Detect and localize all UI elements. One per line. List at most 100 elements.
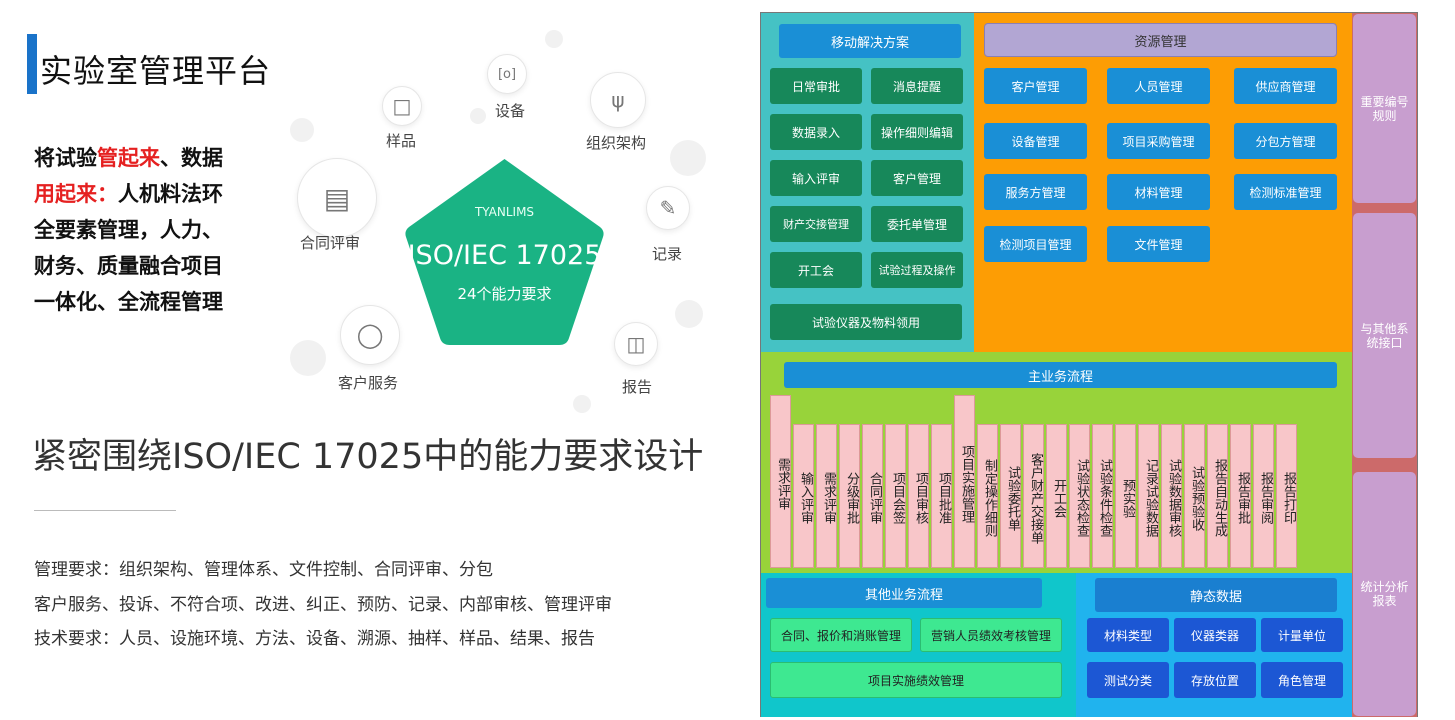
main-flow-step[interactable]: 需求评审 bbox=[770, 395, 791, 568]
main-flow-step[interactable]: 合同评审 bbox=[862, 424, 883, 568]
main-flow-step[interactable]: 报告打印 bbox=[1276, 424, 1297, 568]
resource-item[interactable]: 人员管理 bbox=[1107, 68, 1210, 104]
divider bbox=[34, 510, 176, 511]
other-flow-item[interactable]: 合同、报价和消账管理 bbox=[770, 618, 912, 652]
other-flow-header[interactable]: 其他业务流程 bbox=[766, 578, 1042, 608]
decor-dot bbox=[670, 140, 706, 176]
main-flow-step[interactable]: 试验委托单 bbox=[1000, 424, 1021, 568]
static-data-item[interactable]: 仪器类器 bbox=[1174, 618, 1256, 652]
mobile-item[interactable]: 操作细则编辑 bbox=[871, 114, 963, 150]
main-flow-step[interactable]: 报告审批 bbox=[1230, 424, 1251, 568]
main-flow-step[interactable]: 记录试验数据 bbox=[1138, 424, 1159, 568]
node-label-device: 设备 bbox=[495, 102, 526, 120]
resource-item[interactable]: 服务方管理 bbox=[984, 174, 1087, 210]
static-data-item[interactable]: 材料类型 bbox=[1087, 618, 1169, 652]
side-system-interface[interactable]: 与其他系统接口 bbox=[1353, 213, 1416, 458]
main-flow-step[interactable]: 项目批准 bbox=[931, 424, 952, 568]
mobile-item[interactable]: 数据录入 bbox=[770, 114, 862, 150]
pentagon-logo: TYANLIMS bbox=[474, 205, 535, 219]
main-flow-step[interactable]: 报告审阅 bbox=[1253, 424, 1274, 568]
org-chart-icon: ψ bbox=[590, 72, 646, 128]
pen-icon: ✎ bbox=[646, 186, 690, 230]
main-flow-step[interactable]: 分级审批 bbox=[839, 424, 860, 568]
device-icon: [o] bbox=[487, 54, 527, 94]
slogan-line-4: 财务、质量融合项目 bbox=[34, 254, 223, 278]
resource-item[interactable]: 文件管理 bbox=[1107, 226, 1210, 262]
slogan-line-5: 一体化、全流程管理 bbox=[34, 290, 223, 314]
main-flow-step[interactable]: 项目实施管理 bbox=[954, 395, 975, 568]
slogan-line-3: 全要素管理，人力、 bbox=[34, 218, 223, 242]
mobile-item[interactable]: 试验仪器及物料领用 bbox=[770, 304, 962, 340]
main-flow-step[interactable]: 试验状态检查 bbox=[1069, 424, 1090, 568]
slogan-highlight: 用起来： bbox=[34, 182, 118, 206]
mobile-item[interactable]: 客户管理 bbox=[871, 160, 963, 196]
slogan-highlight: 管起来 bbox=[97, 146, 160, 170]
mobile-item[interactable]: 开工会 bbox=[770, 252, 862, 288]
static-data-item[interactable]: 测试分类 bbox=[1087, 662, 1169, 698]
headset-icon: ◯ bbox=[340, 305, 400, 365]
slogan-line-1: 将试验管起来、数据 bbox=[34, 140, 223, 176]
main-flow-step[interactable]: 需求评审 bbox=[816, 424, 837, 568]
resource-item[interactable]: 材料管理 bbox=[1107, 174, 1210, 210]
mobile-item[interactable]: 日常审批 bbox=[770, 68, 862, 104]
resource-item[interactable]: 设备管理 bbox=[984, 123, 1087, 159]
node-label-record: 记录 bbox=[652, 245, 683, 263]
node-label-report: 报告 bbox=[622, 378, 653, 396]
main-flow-step[interactable]: 制定操作细则 bbox=[977, 424, 998, 568]
title-accent-bar bbox=[27, 34, 37, 94]
pentagon-subtitle: 24个能力要求 bbox=[457, 285, 552, 303]
mobile-item[interactable]: 输入评审 bbox=[770, 160, 862, 196]
slogan-line-2: 用起来：人机料法环 bbox=[34, 176, 223, 212]
box-icon: □ bbox=[382, 86, 422, 126]
static-data-header[interactable]: 静态数据 bbox=[1095, 578, 1337, 612]
report-icon: ◫ bbox=[614, 322, 658, 366]
static-data-item[interactable]: 计量单位 bbox=[1261, 618, 1343, 652]
node-label-sample: 样品 bbox=[386, 132, 417, 150]
node-label-org: 组织架构 bbox=[586, 134, 647, 152]
slogan-text: 人机料法环 bbox=[118, 182, 223, 206]
mobile-item[interactable]: 消息提醒 bbox=[871, 68, 963, 104]
main-flow-step[interactable]: 报告自动生成 bbox=[1207, 424, 1228, 568]
requirement-line: 客户服务、投诉、不符合项、改进、纠正、预防、记录、内部审核、管理评审 bbox=[34, 595, 612, 615]
resource-management-header[interactable]: 资源管理 bbox=[984, 23, 1337, 57]
node-label-contract: 合同评审 bbox=[300, 234, 361, 252]
node-label-customer: 客户服务 bbox=[338, 374, 399, 392]
requirement-line: 管理要求：组织架构、管理体系、文件控制、合同评审、分包 bbox=[34, 560, 493, 580]
decor-dot bbox=[675, 300, 703, 328]
decor-dot bbox=[470, 108, 486, 124]
static-data-item[interactable]: 存放位置 bbox=[1174, 662, 1256, 698]
slogan-text: 、数据 bbox=[160, 146, 223, 170]
decor-dot bbox=[290, 118, 314, 142]
static-data-item[interactable]: 角色管理 bbox=[1261, 662, 1343, 698]
other-flow-item[interactable]: 项目实施绩效管理 bbox=[770, 662, 1062, 698]
main-flow-step[interactable]: 项目审核 bbox=[908, 424, 929, 568]
resource-item[interactable]: 检测标准管理 bbox=[1234, 174, 1337, 210]
headline: 紧密围绕ISO/IEC 17025中的能力要求设计 bbox=[32, 437, 704, 477]
main-flow-step[interactable]: 输入评审 bbox=[793, 424, 814, 568]
decor-dot bbox=[573, 395, 591, 413]
mobile-item[interactable]: 财产交接管理 bbox=[770, 206, 862, 242]
resource-item[interactable]: 客户管理 bbox=[984, 68, 1087, 104]
main-flow-header[interactable]: 主业务流程 bbox=[784, 362, 1337, 388]
main-flow-step[interactable]: 试验预验收 bbox=[1184, 424, 1205, 568]
main-flow-step[interactable]: 开工会 bbox=[1046, 424, 1067, 568]
decor-dot bbox=[545, 30, 563, 48]
side-numbering-rules[interactable]: 重要编号规则 bbox=[1353, 14, 1416, 203]
side-statistics-report[interactable]: 统计分析报表 bbox=[1353, 472, 1416, 716]
resource-item[interactable]: 项目采购管理 bbox=[1107, 123, 1210, 159]
main-flow-step[interactable]: 试验数据审核 bbox=[1161, 424, 1182, 568]
resource-item[interactable]: 供应商管理 bbox=[1234, 68, 1337, 104]
main-flow-step[interactable]: 预实验 bbox=[1115, 424, 1136, 568]
main-flow-step[interactable]: 项目会签 bbox=[885, 424, 906, 568]
resource-item[interactable]: 检测项目管理 bbox=[984, 226, 1087, 262]
other-flow-item[interactable]: 营销人员绩效考核管理 bbox=[920, 618, 1062, 652]
mobile-item[interactable]: 试验过程及操作 bbox=[871, 252, 963, 288]
mobile-solution-header[interactable]: 移动解决方案 bbox=[779, 24, 961, 58]
resource-item[interactable]: 分包方管理 bbox=[1234, 123, 1337, 159]
slogan-text: 将试验 bbox=[34, 146, 97, 170]
main-flow-step[interactable]: 客户财产交接单 bbox=[1023, 424, 1044, 568]
mobile-item[interactable]: 委托单管理 bbox=[871, 206, 963, 242]
page-title: 实验室管理平台 bbox=[40, 52, 272, 90]
contract-doc-icon: ▤ bbox=[297, 158, 377, 238]
main-flow-step[interactable]: 试验条件检查 bbox=[1092, 424, 1113, 568]
